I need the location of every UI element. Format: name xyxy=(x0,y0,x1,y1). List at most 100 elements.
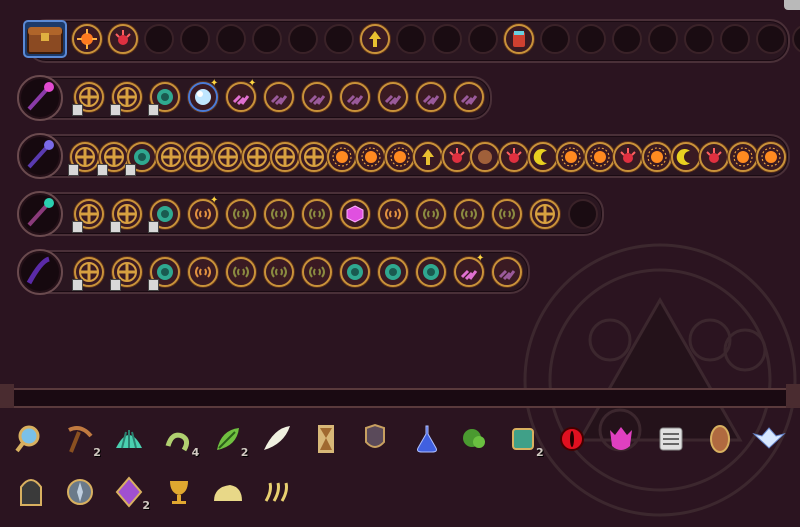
spell-slot[interactable] xyxy=(264,257,294,287)
wand-3-icon[interactable] xyxy=(17,191,63,237)
scroll-icon[interactable] xyxy=(652,420,690,458)
spell-slot[interactable] xyxy=(184,142,215,172)
spell-slot[interactable] xyxy=(298,142,329,172)
always-cast-icon xyxy=(110,104,121,116)
empty-slot[interactable] xyxy=(568,199,598,229)
empty-slot[interactable] xyxy=(576,24,606,54)
spell-slot[interactable] xyxy=(302,199,332,229)
spell-slot[interactable] xyxy=(72,24,102,54)
spell-slot[interactable] xyxy=(155,142,186,172)
spell-slot[interactable] xyxy=(356,142,386,172)
empty-slot[interactable] xyxy=(540,24,570,54)
spell-slot[interactable] xyxy=(378,257,408,287)
spell-slot[interactable] xyxy=(340,199,370,229)
always-cast-icon xyxy=(110,279,121,291)
spell-slot[interactable] xyxy=(499,142,529,172)
spell-slot[interactable] xyxy=(327,142,358,172)
wand-4-icon[interactable] xyxy=(17,249,63,295)
always-cast-icon xyxy=(110,221,121,233)
empty-slot[interactable] xyxy=(648,24,678,54)
spell-slot[interactable] xyxy=(530,199,560,229)
spell-slot[interactable] xyxy=(264,82,294,112)
compass-icon[interactable] xyxy=(61,473,99,511)
spell-slot[interactable] xyxy=(302,257,332,287)
spell-slot[interactable] xyxy=(416,82,446,112)
demon-mask-icon[interactable] xyxy=(602,420,640,458)
empty-slot[interactable] xyxy=(180,24,210,54)
spell-slot[interactable] xyxy=(360,24,390,54)
spell-slot[interactable] xyxy=(384,142,415,172)
empty-slot[interactable] xyxy=(396,24,426,54)
empty-slot[interactable] xyxy=(468,24,498,54)
empty-slot[interactable] xyxy=(612,24,642,54)
modifier-star-icon: ✦ xyxy=(476,253,485,264)
empty-slot[interactable] xyxy=(144,24,174,54)
spell-slot[interactable] xyxy=(213,142,243,172)
spell-slot[interactable] xyxy=(642,142,672,172)
spell-slot[interactable] xyxy=(470,142,501,172)
spell-slot[interactable] xyxy=(416,199,446,229)
empty-slot[interactable] xyxy=(216,24,246,54)
spell-slot[interactable] xyxy=(527,142,558,172)
claw-icon[interactable] xyxy=(258,473,296,511)
spell-slot[interactable] xyxy=(378,82,408,112)
spell-slot[interactable] xyxy=(504,24,534,54)
wand-1-icon[interactable] xyxy=(17,75,63,121)
modifier-star-icon: ✦ xyxy=(210,195,219,206)
spell-slot[interactable] xyxy=(584,142,615,172)
spell-slot[interactable] xyxy=(226,257,256,287)
crown-wing-icon[interactable] xyxy=(750,420,788,458)
always-cast-icon xyxy=(148,279,159,291)
shell-icon[interactable] xyxy=(110,420,148,458)
spell-slot[interactable] xyxy=(302,82,332,112)
spell-slot[interactable] xyxy=(670,142,701,172)
empty-slot[interactable] xyxy=(432,24,462,54)
magnifier-icon[interactable] xyxy=(12,420,50,458)
chalice-icon[interactable] xyxy=(160,473,198,511)
potion-icon[interactable] xyxy=(406,420,444,458)
cheese-icon[interactable] xyxy=(209,473,247,511)
spell-slot[interactable] xyxy=(441,142,472,172)
herb-icon[interactable] xyxy=(455,420,493,458)
always-cast-icon xyxy=(72,104,83,116)
spell-slot[interactable] xyxy=(416,257,446,287)
spell-slot[interactable] xyxy=(340,257,370,287)
spell-slot[interactable] xyxy=(378,199,408,229)
spell-slot[interactable] xyxy=(492,257,522,287)
empty-slot[interactable] xyxy=(252,24,282,54)
empty-slot[interactable] xyxy=(684,24,714,54)
empty-slot[interactable] xyxy=(720,24,750,54)
inventory-separator xyxy=(0,388,800,408)
spell-slot[interactable] xyxy=(340,82,370,112)
spell-slot[interactable] xyxy=(556,142,587,172)
spell-slot[interactable] xyxy=(613,142,644,172)
spell-slot[interactable] xyxy=(699,142,730,172)
spell-slot[interactable] xyxy=(454,82,484,112)
item-count: 2 xyxy=(93,446,101,459)
hourglass-icon[interactable] xyxy=(307,420,345,458)
spell-slot[interactable] xyxy=(413,142,444,172)
amulet-icon[interactable] xyxy=(701,420,739,458)
spell-slot[interactable] xyxy=(264,199,294,229)
spell-slot[interactable] xyxy=(492,199,522,229)
always-cast-icon xyxy=(68,164,79,176)
red-eye-icon[interactable] xyxy=(553,420,591,458)
always-cast-icon xyxy=(96,164,108,176)
spell-slot[interactable] xyxy=(241,142,272,172)
empty-slot[interactable] xyxy=(288,24,318,54)
close-tab-icon[interactable] xyxy=(784,0,800,10)
armor-icon[interactable] xyxy=(356,420,394,458)
spell-slot[interactable] xyxy=(188,257,218,287)
wand-2-icon[interactable] xyxy=(17,133,63,179)
spell-slot[interactable] xyxy=(454,199,484,229)
empty-slot[interactable] xyxy=(324,24,354,54)
chest-icon[interactable] xyxy=(22,19,68,59)
spell-slot[interactable] xyxy=(226,199,256,229)
spell-slot[interactable] xyxy=(108,24,138,54)
spell-slot[interactable] xyxy=(270,142,301,172)
spell-slot[interactable] xyxy=(756,142,787,172)
empty-slot[interactable] xyxy=(756,24,786,54)
feather-icon[interactable] xyxy=(258,420,296,458)
spell-slot[interactable] xyxy=(727,142,758,172)
tombstone-icon[interactable] xyxy=(12,473,50,511)
